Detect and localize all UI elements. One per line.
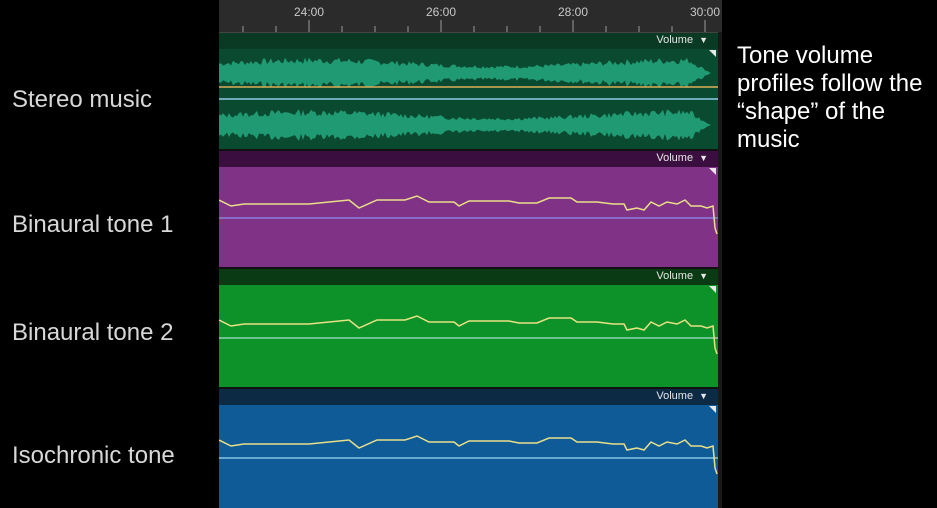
- binaural-1-envelope: [219, 195, 718, 235]
- binaural-2-envelope: [219, 315, 718, 355]
- stereo-waveform: [219, 57, 718, 141]
- ruler-label-24: 24:00: [293, 5, 325, 19]
- track-label-binaural-tone-1: Binaural tone 1: [12, 211, 174, 238]
- ruler-label-26: 26:00: [425, 5, 457, 19]
- timeline-panel: 24:00 26:00 28:00 30:00 Volume ▼ Volume …: [219, 0, 722, 508]
- ruler-label-28: 28:00: [557, 5, 589, 19]
- track-label-binaural-tone-2: Binaural tone 2: [12, 319, 174, 346]
- track-binaural-tone-1[interactable]: Volume ▼: [219, 151, 718, 267]
- track-isochronic-tone[interactable]: Volume ▼: [219, 389, 718, 508]
- ruler-label-30: 30:00: [689, 5, 721, 19]
- track-label-isochronic-tone: Isochronic tone: [12, 442, 175, 469]
- track-stereo-music[interactable]: Volume ▼: [219, 33, 718, 149]
- track-label-stereo-music: Stereo music: [12, 86, 153, 113]
- track-binaural-tone-2[interactable]: Volume ▼: [219, 269, 718, 387]
- isochronic-envelope: [219, 435, 718, 475]
- track-scrollbar[interactable]: [718, 32, 722, 508]
- time-ruler[interactable]: 24:00 26:00 28:00 30:00: [219, 0, 722, 33]
- annotation-note: Tone volume profiles follow the “shape” …: [737, 42, 923, 153]
